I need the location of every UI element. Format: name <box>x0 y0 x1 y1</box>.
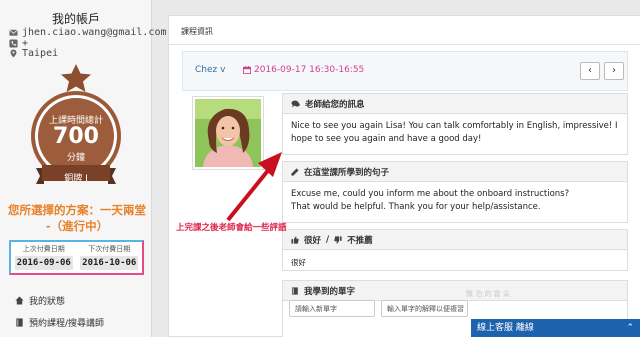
chevron-up-icon: ⌃ <box>626 323 634 333</box>
live-support-chat-tab[interactable]: 線上客服 離線 ⌃ <box>471 319 640 337</box>
annotation-text: 上完課之後老師會給一些評語 <box>176 223 287 233</box>
chat-status-label: 線上客服 離線 <box>477 323 534 333</box>
annotation-arrow <box>226 152 282 222</box>
watermark: 飄 泊 的 雲 朵 <box>466 290 510 298</box>
